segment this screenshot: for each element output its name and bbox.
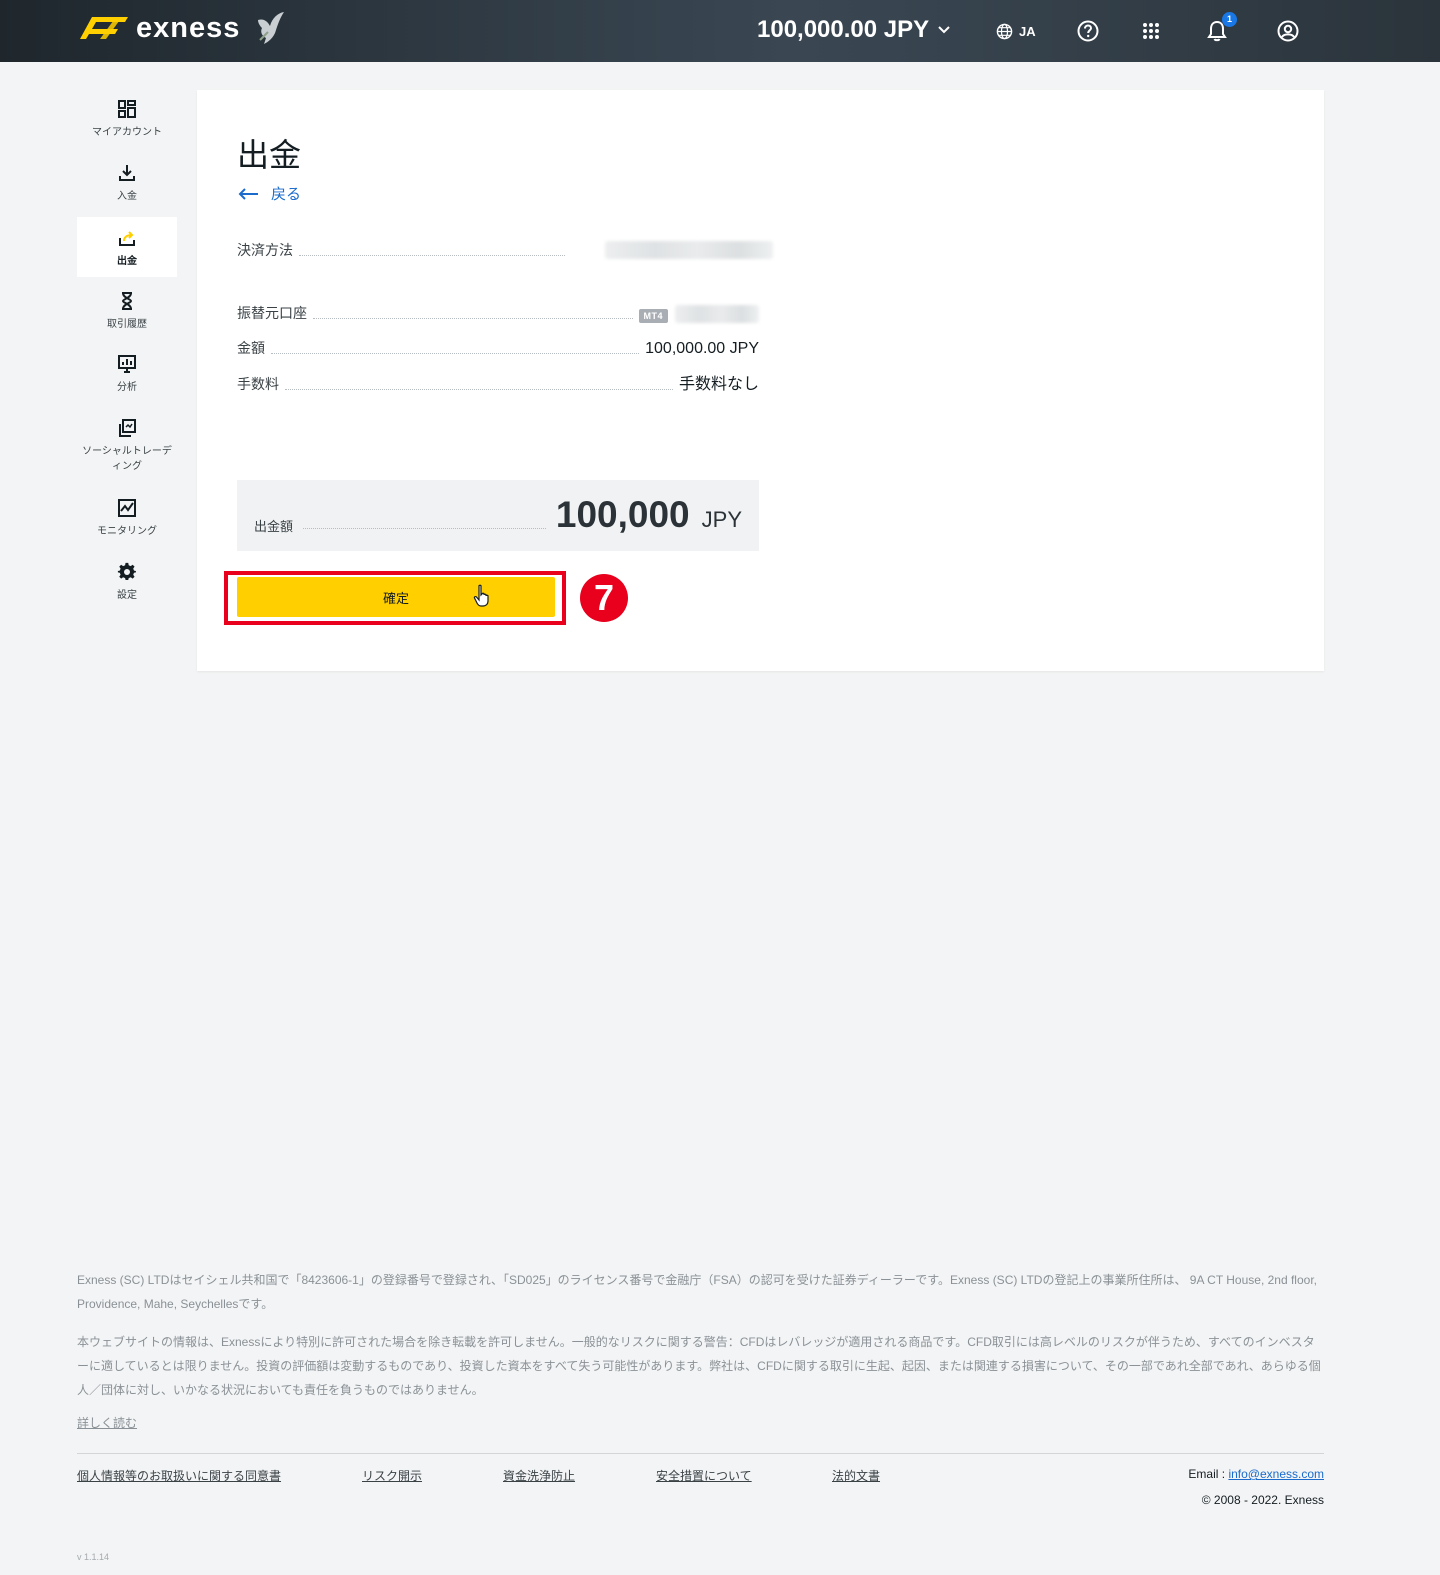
- fee-value: 手数料なし: [678, 376, 759, 393]
- fee-row: 手数料 手数料なし: [237, 374, 759, 394]
- arrow-left-icon: [238, 187, 258, 200]
- sidebar-item-history[interactable]: 取引履歴: [77, 291, 177, 337]
- apps-menu-button[interactable]: [1142, 18, 1160, 44]
- language-selector[interactable]: JA: [996, 18, 1036, 44]
- sidebar-item-monitoring[interactable]: モニタリング: [77, 498, 177, 544]
- sidebar-item-my-account[interactable]: マイアカウント: [77, 99, 177, 145]
- analytics-icon: [118, 355, 136, 373]
- dotted-leader: [299, 255, 565, 256]
- source-account-value-redacted: [675, 305, 759, 323]
- sidebar-item-label: 出金: [117, 256, 137, 267]
- sidebar-item-label: モニタリング: [97, 526, 157, 537]
- confirm-button[interactable]: 確定: [237, 577, 555, 617]
- dotted-leader: [285, 389, 673, 390]
- balance-value: 100,000.00 JPY: [757, 16, 930, 43]
- amount-row: 金額 100,000.00 JPY: [237, 338, 759, 358]
- sidebar-item-settings[interactable]: 設定: [77, 562, 177, 608]
- sidebar-item-label: マイアカウント: [92, 127, 162, 138]
- payment-method-value-redacted: [605, 241, 773, 259]
- dashboard-icon: [118, 100, 136, 118]
- step-number-badge: 7: [580, 574, 628, 622]
- read-more-link[interactable]: 詳しく読む: [77, 1414, 137, 1431]
- footer-link-privacy[interactable]: 個人情報等のお取扱いに関する同意書: [77, 1467, 281, 1484]
- hourglass-icon: [121, 292, 133, 310]
- monitor-icon: [118, 499, 136, 517]
- chevron-down-icon: [938, 26, 950, 34]
- dotted-leader: [271, 353, 640, 354]
- dotted-leader: [313, 318, 633, 319]
- withdrawal-total-box: 出金額 100,000 JPY: [237, 480, 759, 551]
- copyright: © 2008 - 2022. Exness: [1201, 1493, 1324, 1507]
- total-currency: JPY: [701, 507, 742, 532]
- email-link[interactable]: info@exness.com: [1228, 1467, 1324, 1481]
- payment-method-label: 決済方法: [237, 242, 293, 258]
- footer-email: Email : info@exness.com: [1188, 1467, 1324, 1481]
- apps-grid-icon: [1143, 23, 1159, 39]
- app-version: v 1.1.14: [77, 1552, 110, 1562]
- sidebar-item-social-trading[interactable]: ソーシャルトレーディング: [77, 418, 177, 478]
- account-balance-dropdown[interactable]: 100,000.00 JPY: [757, 16, 951, 44]
- fee-label: 手数料: [237, 376, 279, 392]
- language-label: JA: [1019, 23, 1036, 39]
- sidebar-item-label: 入金: [117, 191, 137, 202]
- page-title: 出金: [237, 137, 302, 173]
- help-icon: [1077, 20, 1099, 42]
- dotted-leader: [303, 528, 546, 529]
- mt4-badge: MT4: [638, 309, 668, 323]
- gear-icon: [117, 562, 136, 580]
- total-label: 出金額: [254, 519, 294, 534]
- sidebar-item-withdrawal[interactable]: 出金: [77, 217, 177, 277]
- notifications-button[interactable]: 1: [1207, 12, 1237, 44]
- footer-link-safety-measures[interactable]: 安全措置について: [656, 1467, 752, 1484]
- sidebar-item-analytics[interactable]: 分析: [77, 354, 177, 400]
- download-icon: [119, 165, 135, 181]
- sidebar-item-label: 設定: [117, 590, 137, 601]
- upload-icon: [119, 231, 135, 246]
- amount-value: 100,000.00 JPY: [645, 340, 759, 357]
- brand-name: exness: [136, 11, 241, 44]
- footer-link-aml[interactable]: 資金洗浄防止: [503, 1467, 575, 1484]
- total-amount: 100,000 JPY: [556, 494, 742, 536]
- sidebar-item-deposit[interactable]: 入金: [77, 163, 177, 209]
- dove-icon: [258, 12, 285, 44]
- withdrawal-card: 出金 戻る 決済方法 振替元口座 MT4 金額 100,000.00 JPY 手…: [197, 90, 1324, 671]
- pointer-hand-icon: [473, 584, 489, 607]
- footer-link-legal-documents[interactable]: 法的文書: [832, 1467, 880, 1484]
- footer-risk-warning: 本ウェブサイトの情報は、Exnessにより特別に許可された場合を除き転載を許可し…: [77, 1335, 1321, 1397]
- copy-icon: [119, 419, 136, 437]
- exness-logo-mark-icon: [80, 17, 128, 39]
- globe-icon: [996, 23, 1013, 39]
- source-account-label: 振替元口座: [237, 305, 307, 321]
- footer-divider: [77, 1453, 1324, 1454]
- help-button[interactable]: [1077, 18, 1099, 44]
- total-amount-value: 100,000: [555, 494, 690, 535]
- amount-label: 金額: [237, 340, 265, 356]
- sidebar-item-label: 分析: [117, 382, 137, 393]
- back-link[interactable]: 戻る: [237, 183, 301, 204]
- page-footer: Exness (SC) LTDはセイシェル共和国で「8423606-1」の登録番…: [77, 1268, 1324, 1507]
- source-account-row: 振替元口座 MT4: [237, 303, 759, 323]
- notification-count-badge: 1: [1222, 12, 1237, 27]
- top-header: exness 100,000.00 JPY JA 1: [0, 0, 1440, 62]
- footer-legal-text: Exness (SC) LTDはセイシェル共和国で「8423606-1」の登録番…: [77, 1273, 1317, 1311]
- exness-logo[interactable]: exness: [78, 8, 286, 48]
- payment-method-row: 決済方法: [237, 240, 571, 260]
- email-label: Email :: [1188, 1467, 1229, 1481]
- profile-button[interactable]: [1277, 18, 1299, 44]
- footer-link-risk-disclosure[interactable]: リスク開示: [362, 1467, 422, 1484]
- sidebar-item-label: ソーシャルトレーディング: [82, 446, 172, 472]
- user-icon: [1277, 20, 1299, 42]
- back-label: 戻る: [271, 186, 302, 203]
- sidebar-item-label: 取引履歴: [107, 319, 147, 330]
